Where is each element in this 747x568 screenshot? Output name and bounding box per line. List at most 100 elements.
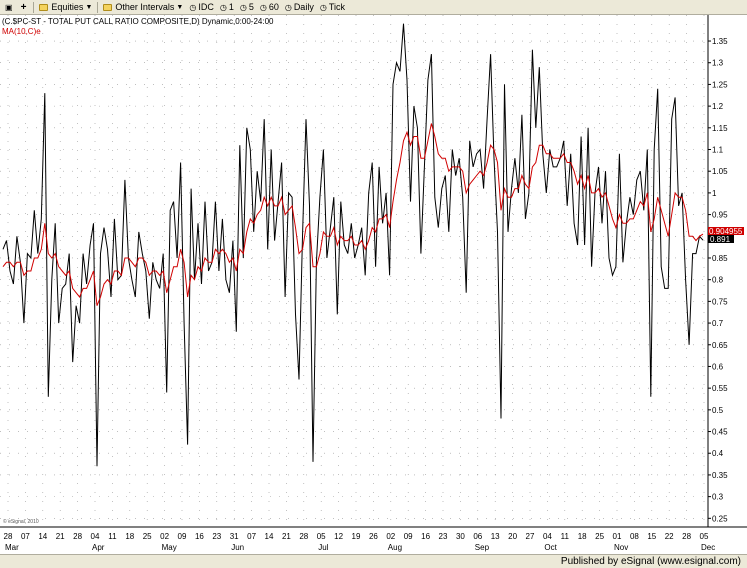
equities-button[interactable]: Equities ▼ bbox=[36, 1, 95, 14]
x-tick-label: 06 bbox=[473, 532, 482, 541]
y-tick-label: 0.6 bbox=[712, 362, 724, 371]
x-tick-label: 13 bbox=[491, 532, 500, 541]
y-tick-label: 1.2 bbox=[712, 102, 724, 111]
x-tick-label: 14 bbox=[265, 532, 274, 541]
clock-icon: ◷ bbox=[259, 2, 267, 12]
clock-icon: ◷ bbox=[239, 2, 247, 12]
x-tick-label: 14 bbox=[38, 532, 47, 541]
x-tick-label: 01 bbox=[613, 532, 622, 541]
x-tick-label: 05 bbox=[700, 532, 709, 541]
x-tick-label: 18 bbox=[125, 532, 134, 541]
y-tick-label: 0.55 bbox=[712, 384, 728, 393]
last-price-label: 0.891 bbox=[710, 235, 731, 244]
y-tick-label: 1.05 bbox=[712, 167, 728, 176]
put-call-ratio-chart[interactable]: 1.351.31.251.21.151.11.0510.950.90.850.8… bbox=[0, 15, 747, 554]
y-tick-label: 1.35 bbox=[712, 37, 728, 46]
x-tick-label: 22 bbox=[665, 532, 674, 541]
y-tick-label: 1.3 bbox=[712, 59, 724, 68]
x-month-label: Apr bbox=[92, 543, 105, 552]
x-month-label: Jul bbox=[318, 543, 328, 552]
clock-icon: ◷ bbox=[319, 2, 327, 12]
x-tick-label: 30 bbox=[456, 532, 465, 541]
y-tick-label: 0.4 bbox=[712, 449, 724, 458]
x-tick-label: 02 bbox=[160, 532, 169, 541]
x-tick-label: 25 bbox=[143, 532, 152, 541]
x-tick-label: 11 bbox=[108, 532, 117, 541]
x-tick-label: 21 bbox=[56, 532, 65, 541]
clock-icon: ◷ bbox=[189, 2, 197, 12]
folder-icon bbox=[103, 3, 113, 11]
x-month-label: Jun bbox=[231, 543, 244, 552]
x-tick-label: 16 bbox=[195, 532, 204, 541]
x-tick-label: 21 bbox=[282, 532, 291, 541]
chevron-down-icon: ▼ bbox=[85, 3, 93, 11]
interval-5-button[interactable]: ◷ 5 bbox=[237, 1, 257, 14]
ma-legend: MA(10,C)e bbox=[2, 27, 41, 36]
interval-60-button[interactable]: ◷ 60 bbox=[257, 1, 282, 14]
x-month-label: Nov bbox=[614, 543, 628, 552]
toolbar-separator bbox=[33, 1, 35, 13]
x-tick-label: 28 bbox=[4, 532, 13, 541]
y-tick-label: 0.3 bbox=[712, 493, 724, 502]
x-tick-label: 23 bbox=[439, 532, 448, 541]
y-tick-label: 0.7 bbox=[712, 319, 724, 328]
other-intervals-button[interactable]: Other Intervals ▼ bbox=[100, 1, 186, 14]
x-tick-label: 11 bbox=[561, 532, 570, 541]
x-tick-label: 23 bbox=[212, 532, 221, 541]
y-tick-label: 0.85 bbox=[712, 254, 728, 263]
y-tick-label: 0.65 bbox=[712, 341, 728, 350]
interval-1-button[interactable]: ◷ 1 bbox=[217, 1, 237, 14]
watermark: © eSignal, 2010 bbox=[3, 518, 39, 525]
folder-icon bbox=[39, 3, 49, 11]
x-month-label: Oct bbox=[544, 543, 557, 552]
x-tick-label: 08 bbox=[630, 532, 639, 541]
x-tick-label: 28 bbox=[682, 532, 691, 541]
y-tick-label: 0.5 bbox=[712, 406, 724, 415]
x-tick-label: 12 bbox=[334, 532, 343, 541]
x-month-label: Dec bbox=[701, 543, 715, 552]
x-tick-label: 20 bbox=[508, 532, 517, 541]
x-month-label: Aug bbox=[388, 543, 402, 552]
y-tick-label: 0.35 bbox=[712, 471, 728, 480]
status-bar: Published by eSignal (www.esignal.com) bbox=[0, 554, 747, 568]
x-tick-label: 05 bbox=[317, 532, 326, 541]
y-tick-label: 1.15 bbox=[712, 124, 728, 133]
chart-title: (C.$PC-ST - TOTAL PUT CALL RATIO COMPOSI… bbox=[2, 17, 274, 26]
x-tick-label: 27 bbox=[526, 532, 535, 541]
x-tick-label: 16 bbox=[421, 532, 430, 541]
x-tick-label: 04 bbox=[543, 532, 552, 541]
attribution-text: Published by eSignal (www.esignal.com) bbox=[560, 556, 741, 567]
x-month-label: May bbox=[162, 543, 177, 552]
interval-daily-button[interactable]: ◷ Daily bbox=[282, 1, 317, 14]
y-tick-label: 0.25 bbox=[712, 514, 728, 523]
x-tick-label: 28 bbox=[299, 532, 308, 541]
y-tick-label: 0.45 bbox=[712, 428, 728, 437]
x-tick-label: 02 bbox=[386, 532, 395, 541]
x-tick-label: 18 bbox=[578, 532, 587, 541]
y-tick-label: 1 bbox=[712, 189, 717, 198]
x-tick-label: 07 bbox=[21, 532, 30, 541]
x-tick-label: 07 bbox=[247, 532, 256, 541]
x-tick-label: 09 bbox=[404, 532, 413, 541]
interval-idc-button[interactable]: ◷ IDC bbox=[186, 1, 216, 14]
x-tick-label: 31 bbox=[230, 532, 239, 541]
x-tick-label: 26 bbox=[369, 532, 378, 541]
toolbar: ▣ + Equities ▼ Other Intervals ▼ ◷ IDC ◷… bbox=[0, 0, 747, 15]
x-tick-label: 28 bbox=[73, 532, 82, 541]
y-tick-label: 0.8 bbox=[712, 276, 724, 285]
y-tick-label: 1.1 bbox=[712, 146, 724, 155]
y-tick-label: 0.75 bbox=[712, 297, 728, 306]
plot-background bbox=[0, 15, 747, 554]
x-tick-label: 19 bbox=[352, 532, 361, 541]
plus-icon: + bbox=[20, 1, 27, 13]
y-tick-label: 1.25 bbox=[712, 80, 728, 89]
x-tick-label: 04 bbox=[91, 532, 100, 541]
toolbar-lock-button[interactable]: ▣ bbox=[2, 1, 18, 14]
x-tick-label: 09 bbox=[178, 532, 187, 541]
x-month-label: Sep bbox=[475, 543, 490, 552]
chevron-down-icon: ▼ bbox=[176, 3, 184, 11]
x-month-label: Mar bbox=[5, 543, 19, 552]
interval-tick-button[interactable]: ◷ Tick bbox=[317, 1, 348, 14]
clock-icon: ◷ bbox=[219, 2, 227, 12]
toolbar-add-button[interactable]: + bbox=[18, 1, 32, 14]
